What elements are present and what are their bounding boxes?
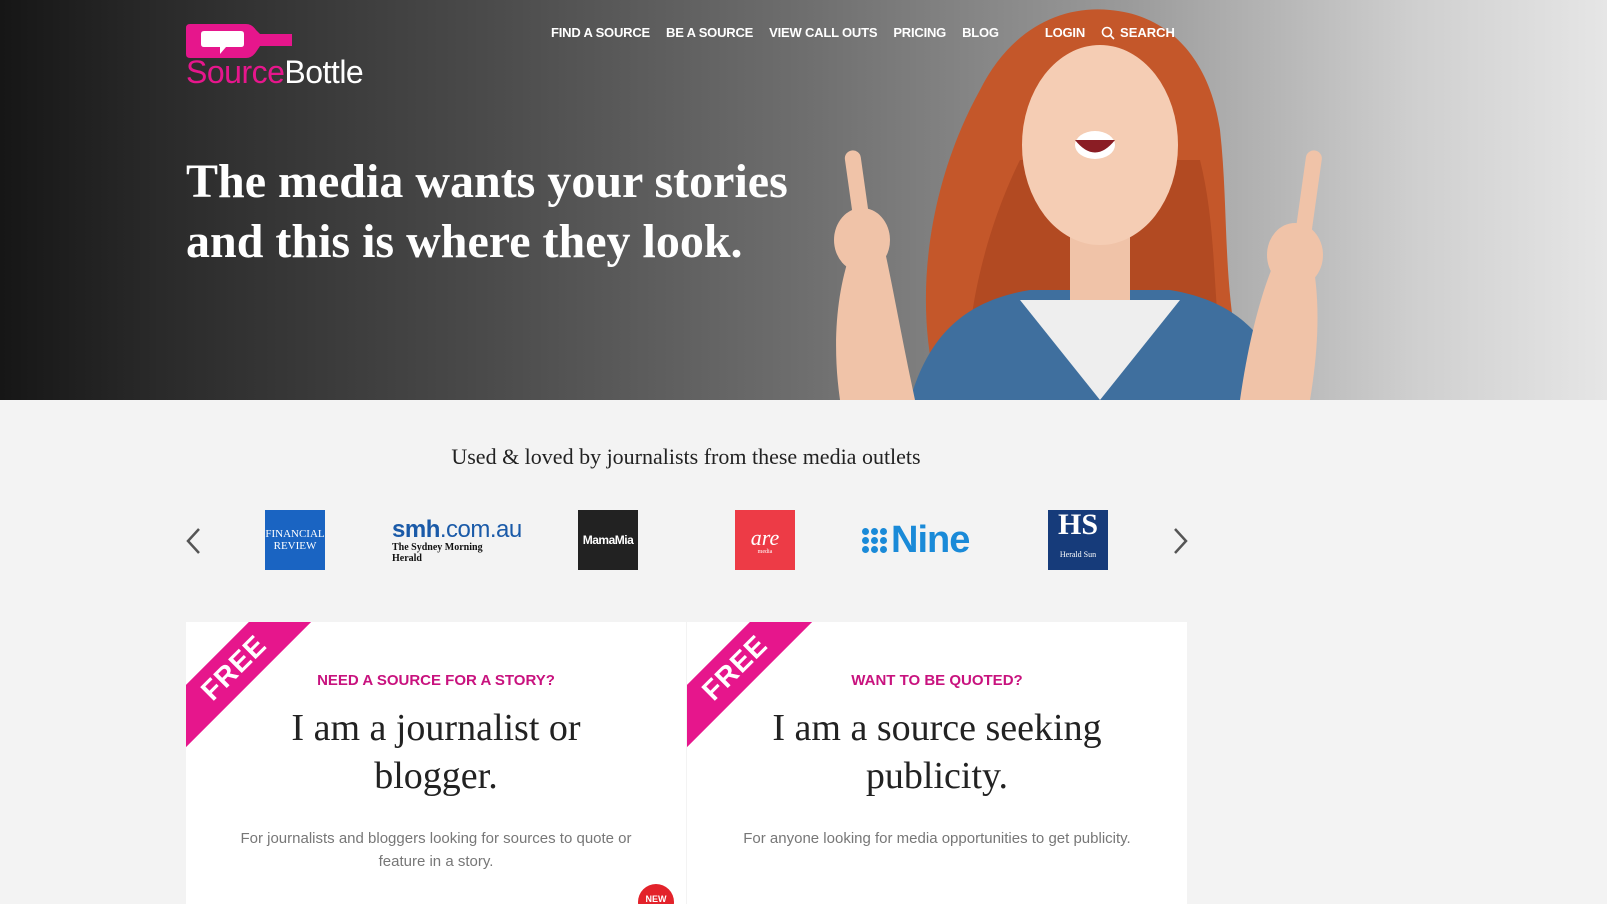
afr-line-2: REVIEW xyxy=(273,540,317,552)
nav-blog[interactable]: BLOG xyxy=(962,25,999,40)
hero-person-image xyxy=(834,9,1323,400)
card-description: For anyone looking for media opportuniti… xyxy=(743,830,1131,847)
card-description: For journalists and bloggers looking for… xyxy=(240,830,632,870)
card-kicker: WANT TO BE QUOTED? xyxy=(851,672,1023,689)
search-label: SEARCH xyxy=(1120,25,1175,40)
are-sub: media xyxy=(757,549,773,555)
bottle-icon xyxy=(186,24,292,58)
outlet-logo-nine: Nine xyxy=(862,510,970,570)
carousel-prev-icon[interactable] xyxy=(184,526,204,556)
smh-bold: smh xyxy=(392,516,440,543)
nav-find-a-source[interactable]: FIND A SOURCE xyxy=(551,25,650,40)
outlet-logo-herald-sun: HS Herald Sun xyxy=(1048,510,1108,570)
journalist-card[interactable]: FREE NEED A SOURCE FOR A STORY? I am a j… xyxy=(186,622,686,904)
outlet-logo-are-media: are media xyxy=(735,510,795,570)
card-kicker: NEED A SOURCE FOR A STORY? xyxy=(317,672,555,689)
hero-line-1: The media wants your stories xyxy=(186,155,788,208)
outlet-logo-smh: smh.com.au The Sydney Morning Herald xyxy=(392,510,522,570)
outlet-logo-mamamia: MamaMia xyxy=(578,510,638,570)
nine-text: Nine xyxy=(891,518,970,561)
nav-view-call-outs[interactable]: VIEW CALL OUTS xyxy=(769,25,877,40)
hs-sub: Herald Sun xyxy=(1059,550,1097,559)
outlets-title: Used & loved by journalists from these m… xyxy=(451,444,921,469)
outlet-logo-financial-review: FINANCIAL REVIEW xyxy=(265,510,325,570)
hero-headline: The media wants your stories and this is… xyxy=(186,152,826,272)
source-card[interactable]: FREE WANT TO BE QUOTED? I am a source se… xyxy=(687,622,1187,904)
nine-dots-icon xyxy=(862,527,887,553)
nav-search[interactable]: SEARCH xyxy=(1101,25,1175,40)
hero-line-2: and this is where they look. xyxy=(186,215,743,268)
carousel-next-icon[interactable] xyxy=(1170,526,1190,556)
new-badge: NEW xyxy=(638,884,674,904)
hero-banner: SourceBottle FIND A SOURCE BE A SOURCE V… xyxy=(0,0,1607,400)
smh-rest: .com.au xyxy=(439,516,522,543)
nav-pricing[interactable]: PRICING xyxy=(893,25,946,40)
logo-text: SourceBottle xyxy=(186,54,364,90)
card-title: I am a source seeking publicity. xyxy=(772,707,1102,797)
nav-login[interactable]: LOGIN xyxy=(1045,25,1085,40)
afr-line-1: FINANCIAL xyxy=(265,528,325,540)
smh-sub: The Sydney Morning Herald xyxy=(392,542,483,564)
hs-main: HS xyxy=(1057,508,1099,541)
are-main: are xyxy=(750,525,780,550)
search-icon xyxy=(1101,26,1115,40)
card-title: I am a journalist or blogger. xyxy=(291,707,581,797)
sourcebottle-logo[interactable]: SourceBottle xyxy=(186,24,386,94)
nav-be-a-source[interactable]: BE A SOURCE xyxy=(666,25,753,40)
main-nav: FIND A SOURCE BE A SOURCE VIEW CALL OUTS… xyxy=(551,25,1175,40)
